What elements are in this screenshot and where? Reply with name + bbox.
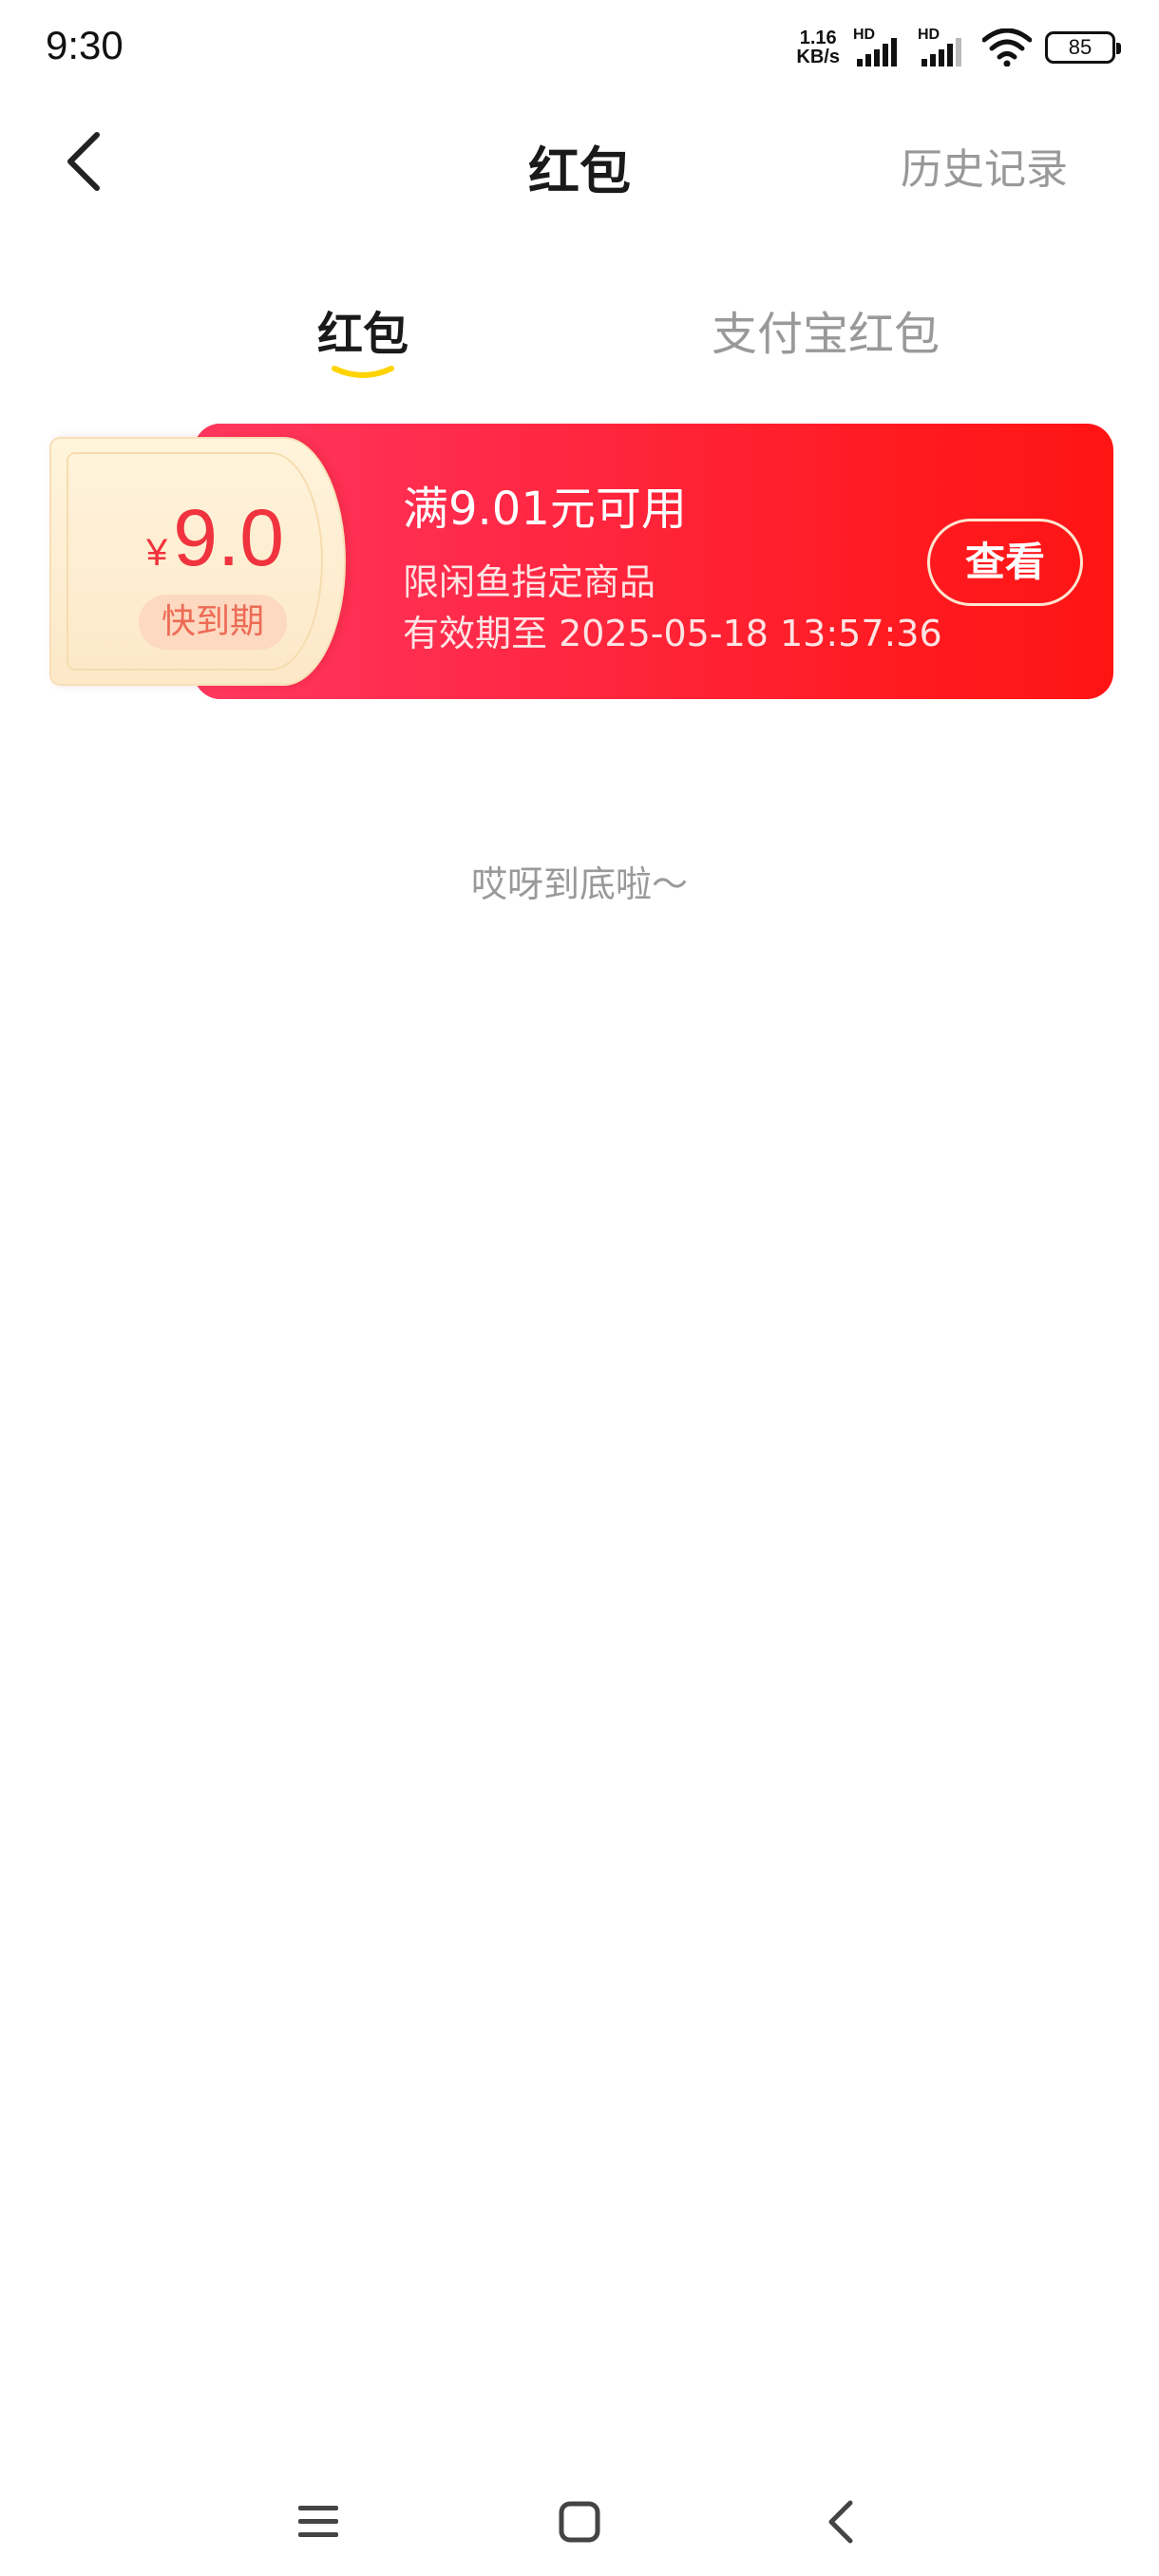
- net-speed-value: 1.16: [799, 28, 837, 48]
- coupon-validity: 有效期至 2025-05-18 13:57:36: [403, 613, 942, 654]
- battery-icon: 85: [1045, 31, 1121, 64]
- currency-symbol: ¥: [146, 532, 168, 574]
- wifi-icon: [982, 28, 1032, 66]
- home-icon: [559, 2501, 600, 2543]
- page: 9:30 1.16 KB/s HD HD 85 红包 历史记录 红包 支付宝红包…: [0, 0, 1159, 2576]
- coupon-amount: ¥ 9.0: [146, 498, 284, 578]
- menu-icon: [298, 2506, 338, 2537]
- coupon-amount-panel: ¥ 9.0 快到期: [49, 437, 346, 686]
- signal-icon: HD: [853, 27, 904, 68]
- header: 红包 历史记录: [0, 104, 1159, 218]
- status-time: 9:30: [46, 23, 124, 67]
- coupon-card[interactable]: ¥ 9.0 快到期 满9.01元可用 限闲鱼指定商品 有效期至 2025-05-…: [49, 424, 1113, 699]
- tab-indicator: [332, 366, 394, 378]
- tab-red-packet[interactable]: 红包: [315, 296, 410, 363]
- battery-level: 85: [1068, 35, 1092, 59]
- system-nav-bar: [0, 2470, 1159, 2576]
- status-bar: 9:30 1.16 KB/s HD HD 85: [0, 0, 1159, 95]
- view-button[interactable]: 查看: [927, 519, 1083, 606]
- expiring-badge: 快到期: [139, 595, 287, 650]
- back-icon: [828, 2500, 853, 2544]
- coupon-scope: 限闲鱼指定商品: [403, 561, 656, 603]
- signal-icon: HD: [918, 27, 969, 68]
- end-of-list-message: 哎呀到底啦～: [470, 863, 688, 905]
- coupon-title: 满9.01元可用: [403, 483, 687, 536]
- status-icons: 1.16 KB/s HD HD 85: [796, 25, 1121, 70]
- tab-alipay-red-packet[interactable]: 支付宝红包: [707, 296, 944, 363]
- nav-home-button[interactable]: [537, 2479, 622, 2565]
- nav-menu-button[interactable]: [276, 2479, 361, 2565]
- network-speed: 1.16 KB/s: [796, 28, 840, 66]
- tab-bar: 红包 支付宝红包: [0, 285, 1159, 389]
- nav-back-button[interactable]: [798, 2479, 884, 2565]
- history-link[interactable]: 历史记录: [901, 135, 1068, 196]
- net-speed-unit: KB/s: [796, 47, 840, 67]
- amount-value: 9.0: [173, 493, 285, 582]
